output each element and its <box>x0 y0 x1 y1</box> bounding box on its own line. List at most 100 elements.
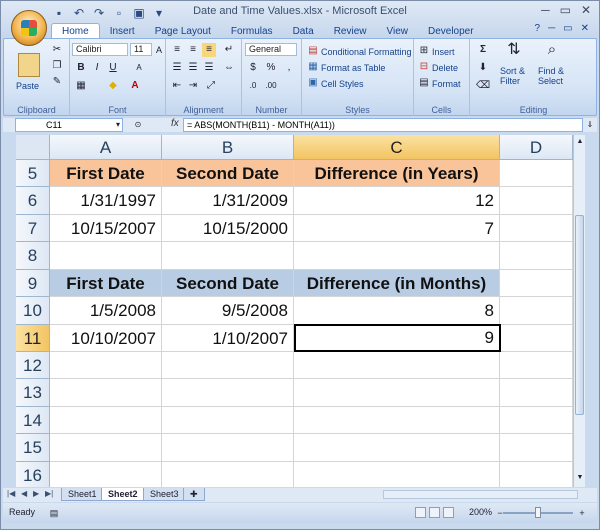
tab-page-layout[interactable]: Page Layout <box>145 24 221 39</box>
row-header-7[interactable]: 7 <box>16 215 50 242</box>
cell-a6[interactable]: 1/31/1997 <box>50 187 162 215</box>
insert-button[interactable]: Insert <box>432 47 455 57</box>
paste-button-label[interactable]: Paste <box>16 81 39 91</box>
next-sheet-icon[interactable]: ▶ <box>33 489 39 498</box>
borders-icon[interactable]: ▦ <box>74 79 88 93</box>
row-header-16[interactable]: 16 <box>16 462 50 487</box>
row-header-11[interactable]: 11 <box>16 325 50 352</box>
cell-b8[interactable] <box>162 242 294 270</box>
tab-insert[interactable]: Insert <box>100 24 145 39</box>
normal-view-icon[interactable] <box>415 507 426 518</box>
cell-a10[interactable]: 1/5/2008 <box>50 297 162 325</box>
cell-c8[interactable] <box>294 242 500 270</box>
cell-d13[interactable] <box>500 379 573 407</box>
cell-b12[interactable] <box>162 352 294 379</box>
namebox-dropdown-icon[interactable]: ▾ <box>111 118 125 132</box>
cell-d6[interactable] <box>500 187 573 215</box>
first-sheet-icon[interactable]: |◀ <box>7 489 15 498</box>
filter-label[interactable]: Filter <box>500 76 520 86</box>
cell-d11[interactable] <box>501 325 573 352</box>
sort-filter-label[interactable]: Sort & <box>500 66 525 76</box>
doc-minimize-icon[interactable]: ─ <box>548 23 555 34</box>
horizontal-scrollbar[interactable] <box>383 490 578 499</box>
row-header-8[interactable]: 8 <box>16 242 50 270</box>
increase-decimal-icon[interactable]: .0 <box>246 79 260 93</box>
select-all-corner[interactable] <box>16 135 50 160</box>
cell-b5[interactable]: Second Date <box>162 160 294 187</box>
wrap-text-icon[interactable]: ↵ <box>222 43 236 57</box>
cell-a7[interactable]: 10/15/2007 <box>50 215 162 242</box>
zoom-level[interactable]: 200% <box>469 507 492 517</box>
cell-a12[interactable] <box>50 352 162 379</box>
paste-icon[interactable] <box>18 53 40 77</box>
cell-d16[interactable] <box>500 462 573 487</box>
cell-c14[interactable] <box>294 407 500 434</box>
column-header-a[interactable]: A <box>50 135 162 160</box>
page-break-view-icon[interactable] <box>443 507 454 518</box>
format-as-table-button[interactable]: Format as Table <box>321 63 385 73</box>
currency-button[interactable]: $ <box>246 61 260 75</box>
sheet-tab-sheet3[interactable]: Sheet3 <box>143 488 186 501</box>
doc-restore-icon[interactable]: ▭ <box>563 23 572 34</box>
sheet-tab-sheet1[interactable]: Sheet1 <box>61 488 104 501</box>
grow-font-button[interactable]: A <box>152 43 166 57</box>
conditional-formatting-button[interactable]: Conditional Formatting <box>321 47 412 57</box>
cut-icon[interactable]: ✂ <box>50 43 64 57</box>
page-layout-view-icon[interactable] <box>429 507 440 518</box>
cell-styles-button[interactable]: Cell Styles <box>321 79 364 89</box>
cell-d15[interactable] <box>500 434 573 462</box>
close-icon[interactable]: ✕ <box>581 3 591 17</box>
cell-b10[interactable]: 9/5/2008 <box>162 297 294 325</box>
align-center-icon[interactable]: ☰ <box>186 61 200 75</box>
align-top-icon[interactable]: ≡ <box>170 43 184 57</box>
clear-icon[interactable]: ⌫ <box>476 79 490 93</box>
cell-b16[interactable] <box>162 462 294 487</box>
percent-button[interactable]: % <box>264 61 278 75</box>
vertical-scroll-thumb[interactable] <box>575 215 584 415</box>
last-sheet-icon[interactable]: ▶| <box>45 489 53 498</box>
cell-c12[interactable] <box>294 352 500 379</box>
cell-d14[interactable] <box>500 407 573 434</box>
font-name-select[interactable]: Calibri <box>72 43 128 56</box>
cell-a11[interactable]: 10/10/2007 <box>50 325 162 352</box>
doc-close-icon[interactable]: ✕ <box>581 23 589 34</box>
column-header-c[interactable]: C <box>294 135 500 160</box>
help-icon[interactable]: ? <box>535 23 541 34</box>
zoom-in-icon[interactable]: + <box>575 506 589 520</box>
cell-d9[interactable] <box>500 270 573 297</box>
align-bottom-icon[interactable]: ≡ <box>202 43 216 57</box>
autosum-button[interactable]: Σ <box>476 43 490 57</box>
row-header-9[interactable]: 9 <box>16 270 50 297</box>
cell-c7[interactable]: 7 <box>294 215 500 242</box>
tab-data[interactable]: Data <box>283 24 324 39</box>
font-color-button[interactable]: A <box>128 79 142 93</box>
prev-sheet-icon[interactable]: ◀ <box>21 489 27 498</box>
office-button[interactable] <box>11 10 47 46</box>
cell-c13[interactable] <box>294 379 500 407</box>
cell-b15[interactable] <box>162 434 294 462</box>
insert-function-button[interactable]: fx <box>171 118 179 129</box>
tab-formulas[interactable]: Formulas <box>221 24 283 39</box>
cell-a15[interactable] <box>50 434 162 462</box>
cell-c6[interactable]: 12 <box>294 187 500 215</box>
row-header-12[interactable]: 12 <box>16 352 50 379</box>
expand-formula-icon[interactable]: ⇓ <box>583 118 597 132</box>
cell-a14[interactable] <box>50 407 162 434</box>
row-header-15[interactable]: 15 <box>16 434 50 462</box>
delete-button[interactable]: Delete <box>432 63 458 73</box>
cell-c15[interactable] <box>294 434 500 462</box>
minimize-icon[interactable]: ─ <box>541 3 550 17</box>
vertical-scrollbar[interactable]: ▲ ▼ <box>573 135 585 487</box>
tab-developer[interactable]: Developer <box>418 24 484 39</box>
formula-scroll-icon[interactable]: ⊙ <box>131 118 145 132</box>
cell-a5[interactable]: First Date <box>50 160 162 187</box>
scroll-down-icon[interactable]: ▼ <box>573 471 587 485</box>
align-left-icon[interactable]: ☰ <box>170 61 184 75</box>
tab-view[interactable]: View <box>376 24 418 39</box>
cell-c9[interactable]: Difference (in Months) <box>294 270 500 297</box>
formula-input[interactable]: = ABS(MONTH(B11) - MONTH(A11)) <box>183 118 583 132</box>
cell-b6[interactable]: 1/31/2009 <box>162 187 294 215</box>
bold-button[interactable]: B <box>74 61 88 75</box>
cell-b14[interactable] <box>162 407 294 434</box>
format-button[interactable]: Format <box>432 79 461 89</box>
